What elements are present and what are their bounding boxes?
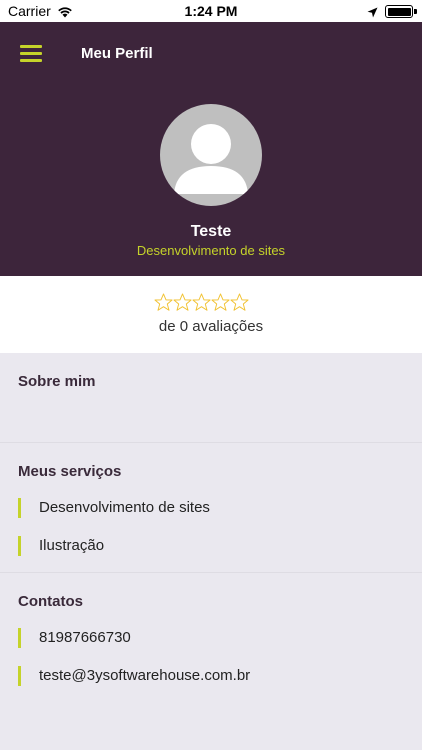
profile-role: Desenvolvimento de sites [136,243,286,258]
profile-header: Meu Perfil Teste Desenvolvimento de site… [0,22,422,276]
about-section: Sobre mim [0,353,422,443]
battery-icon [385,5,417,18]
accent-bar [18,498,21,518]
star-icon [192,293,211,311]
about-title: Sobre mim [18,373,96,390]
contact-phone[interactable]: 81987666730 [39,629,131,646]
menu-icon[interactable] [20,45,44,63]
user-placeholder-icon [174,124,248,194]
star-icon [154,293,173,311]
contact-email[interactable]: teste@3ysoftwarehouse.com.br [39,667,250,684]
avatar[interactable] [160,104,262,206]
star-icon [211,293,230,311]
profile-name: Teste [190,223,232,240]
contacts-section: Contatos 81987666730 teste@3ysoftwarehou… [0,573,422,750]
contacts-title: Contatos [18,593,83,610]
service-item-label: Desenvolvimento de sites [39,499,210,516]
services-section: Meus serviços Desenvolvimento de sites I… [0,443,422,573]
service-item-label: Ilustração [39,537,105,554]
rating-count: de 0 avaliações [158,318,264,335]
accent-bar [18,536,21,556]
star-rating [154,293,249,312]
location-arrow-icon [367,5,378,23]
page-title: Meu Perfil [81,45,153,62]
services-title: Meus serviços [18,463,122,480]
accent-bar [18,666,21,686]
star-icon [230,293,249,311]
accent-bar [18,628,21,648]
star-icon [173,293,192,311]
status-bar: Carrier 1:24 PM [0,0,422,22]
rating-panel: de 0 avaliações [0,276,422,353]
status-time: 1:24 PM [184,3,238,19]
